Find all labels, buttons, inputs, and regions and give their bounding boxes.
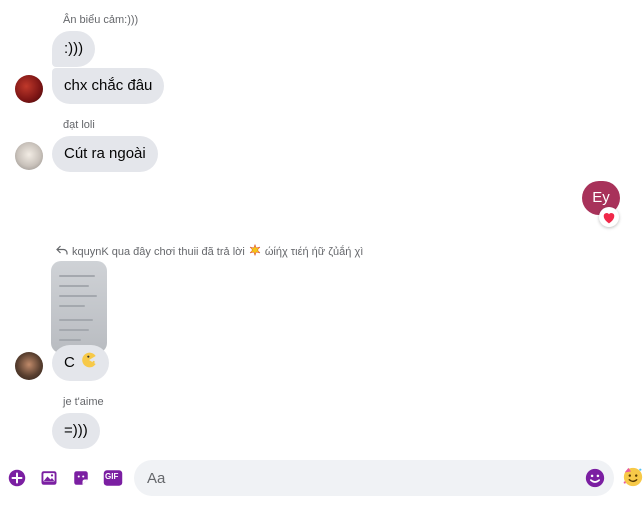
plus-icon[interactable]: [6, 467, 28, 489]
reply-info-text: kquynK qua đây chơi thuii đã trả lời: [72, 245, 245, 258]
message-bubble[interactable]: C: [52, 345, 109, 381]
sticker-icon[interactable]: [70, 467, 92, 489]
gif-icon[interactable]: GIF: [102, 467, 124, 489]
message-bubble[interactable]: =))): [52, 413, 100, 449]
message-bubble[interactable]: Cút ra ngoài: [52, 136, 158, 172]
pac-man-face-icon: [81, 352, 97, 374]
heart-reaction-icon[interactable]: [599, 207, 619, 227]
message-bubble[interactable]: chx chắc đâu: [52, 68, 165, 104]
image-icon[interactable]: [38, 467, 60, 489]
message-bubble[interactable]: :))): [52, 31, 96, 67]
message-composer[interactable]: [134, 460, 614, 496]
reply-header: kquynK qua đây chơi thuii đã trả lời ώίή…: [56, 243, 364, 259]
message-text: C: [64, 354, 75, 371]
burst-emoji-icon: [249, 243, 261, 259]
emoji-icon[interactable]: [585, 468, 605, 493]
avatar[interactable]: [15, 75, 43, 103]
avatar[interactable]: [15, 142, 43, 170]
sender-name: đạt loli: [63, 119, 95, 131]
replied-image-thumbnail[interactable]: [51, 261, 107, 353]
quick-reaction-emoji-icon[interactable]: [622, 466, 643, 493]
message-input[interactable]: [147, 468, 567, 488]
gif-label: GIF: [105, 472, 119, 481]
avatar[interactable]: [15, 352, 43, 380]
sender-name: je t'aime: [63, 396, 104, 408]
sender-name: Ân biểu cảm:))): [63, 14, 139, 26]
reply-arrow-icon: [56, 245, 68, 258]
reply-target-name: ώίήχ τιέή ήữ ζủắή χì: [264, 245, 364, 258]
